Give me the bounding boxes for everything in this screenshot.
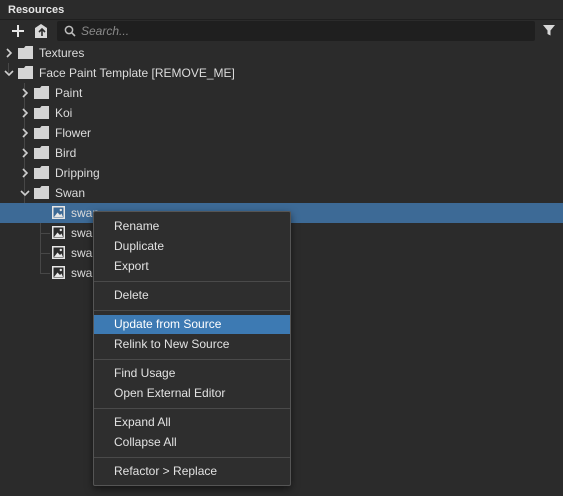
menu-separator	[94, 310, 290, 311]
tree-item-dripping[interactable]: Dripping	[0, 163, 563, 183]
menu-item-export[interactable]: Export	[94, 257, 290, 276]
plus-icon[interactable]	[9, 22, 27, 40]
folder-icon	[34, 106, 49, 119]
menu-separator	[94, 457, 290, 458]
tree-item-koi[interactable]: Koi	[0, 103, 563, 123]
menu-item-duplicate[interactable]: Duplicate	[94, 237, 290, 256]
menu-item-expand-all[interactable]: Expand All	[94, 413, 290, 432]
menu-item-delete[interactable]: Delete	[94, 286, 290, 305]
image-icon	[52, 226, 65, 239]
tree-item-flower[interactable]: Flower	[0, 123, 563, 143]
tree-item-paint[interactable]: Paint	[0, 83, 563, 103]
search-box[interactable]	[57, 21, 535, 41]
folder-icon	[18, 66, 33, 79]
image-icon	[52, 266, 65, 279]
chevron-right-icon[interactable]	[20, 88, 30, 98]
menu-separator	[94, 359, 290, 360]
menu-item-collapse-all[interactable]: Collapse All	[94, 433, 290, 452]
menu-separator	[94, 408, 290, 409]
menu-item-open-external-editor[interactable]: Open External Editor	[94, 384, 290, 403]
panel-title: Resources	[8, 4, 65, 16]
toolbar	[0, 20, 563, 42]
chevron-down-icon[interactable]	[20, 188, 30, 198]
chevron-right-icon[interactable]	[20, 168, 30, 178]
menu-item-rename[interactable]: Rename	[94, 217, 290, 236]
context-menu: Rename Duplicate Export Delete Update fr…	[93, 211, 291, 486]
image-icon	[52, 246, 65, 259]
tree-item-swan-folder[interactable]: Swan	[0, 183, 563, 203]
chevron-right-icon[interactable]	[20, 148, 30, 158]
chevron-right-icon[interactable]	[20, 108, 30, 118]
tree-item-label: Textures	[39, 46, 85, 60]
tree-item-textures[interactable]: Textures	[0, 43, 563, 63]
filter-icon[interactable]	[542, 23, 556, 37]
tree-item-label: Face Paint Template [REMOVE_ME]	[39, 66, 235, 80]
tree-item-label: Koi	[55, 106, 73, 120]
menu-item-relink-to-new-source[interactable]: Relink to New Source	[94, 335, 290, 354]
folder-icon	[34, 186, 49, 199]
tree-item-bird[interactable]: Bird	[0, 143, 563, 163]
folder-icon	[34, 166, 49, 179]
menu-item-update-from-source[interactable]: Update from Source	[94, 315, 290, 334]
menu-separator	[94, 281, 290, 282]
folder-icon	[34, 146, 49, 159]
search-icon	[64, 25, 76, 37]
tree-item-label: Dripping	[55, 166, 100, 180]
image-icon	[52, 206, 65, 219]
menu-item-find-usage[interactable]: Find Usage	[94, 364, 290, 383]
tree-item-label: Swan	[55, 186, 86, 200]
chevron-right-icon[interactable]	[4, 48, 14, 58]
tree-item-face-paint-template[interactable]: Face Paint Template [REMOVE_ME]	[0, 63, 563, 83]
search-input[interactable]	[81, 23, 521, 39]
chevron-down-icon[interactable]	[4, 68, 14, 78]
import-icon[interactable]	[32, 22, 50, 40]
folder-icon	[34, 126, 49, 139]
tree-item-label: Bird	[55, 146, 77, 160]
menu-item-refactor-replace[interactable]: Refactor > Replace	[94, 462, 290, 481]
folder-icon	[34, 86, 49, 99]
tree-item-label: Flower	[55, 126, 92, 140]
panel-header: Resources	[0, 0, 563, 20]
tree-item-label: Paint	[55, 86, 83, 100]
chevron-right-icon[interactable]	[20, 128, 30, 138]
folder-icon	[18, 46, 33, 59]
